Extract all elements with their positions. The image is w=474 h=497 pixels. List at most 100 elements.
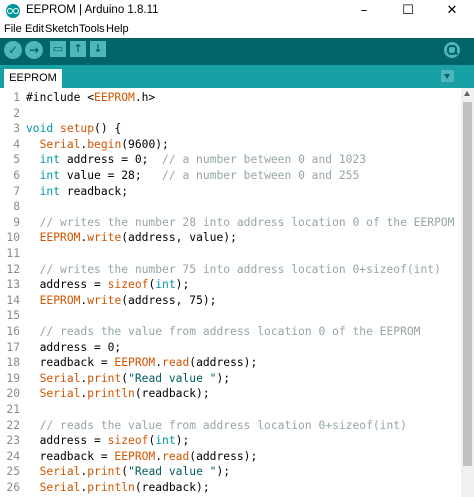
line-number: 11 xyxy=(6,247,20,260)
code-token: read xyxy=(162,449,190,463)
serial-monitor-icon[interactable] xyxy=(444,42,460,58)
code-token: EEPROM xyxy=(94,91,135,104)
line-number: 19 xyxy=(6,371,20,385)
menu-file[interactable]: File xyxy=(4,23,22,35)
line-number: 10 xyxy=(6,231,20,245)
line-number: 14 xyxy=(6,293,20,307)
code-token: address = 0; xyxy=(60,153,163,167)
line-number: 22 xyxy=(6,418,20,432)
code-token: #include < xyxy=(26,91,95,104)
tab-bar: EEPROM xyxy=(0,65,474,88)
save-sketch-button[interactable]: ↓ xyxy=(90,41,106,57)
scrollbar-thumb[interactable] xyxy=(463,102,472,466)
line-number: 17 xyxy=(6,340,20,354)
code-token: int xyxy=(39,184,61,198)
code-token: value = 28; xyxy=(60,169,163,182)
menu-sketch[interactable]: Sketch xyxy=(45,23,79,35)
code-token: sizeof xyxy=(107,434,149,448)
code-token: print xyxy=(87,371,122,385)
code-line: readback = EEPROM.read(address); xyxy=(26,449,258,465)
code-token: EEPROM xyxy=(39,293,81,307)
code-editor[interactable]: 1 2 3 4 5 6 7 8 9 10 11 12 13 14 15 16 17 18 19 20 21 22 23 24 2… xyxy=(0,88,474,497)
line-number: 24 xyxy=(6,449,20,463)
code-token: Serial xyxy=(39,465,81,479)
code-line: address = sizeof(int); xyxy=(26,433,190,449)
code-token: Serial xyxy=(39,481,81,494)
menu-help[interactable]: Help xyxy=(106,23,129,35)
upload-button[interactable]: → xyxy=(25,41,43,59)
code-token: (address); xyxy=(189,356,258,370)
menu-tools[interactable]: Tools xyxy=(79,23,105,35)
code-token: write xyxy=(87,293,122,307)
code-line: void setup() { xyxy=(26,121,121,137)
code-token: println xyxy=(87,387,135,401)
code-line: // writes the number 75 into address loc… xyxy=(26,262,441,278)
line-number: 15 xyxy=(6,309,20,323)
code-token: EEPROM xyxy=(114,449,156,463)
code-line: // reads the value from address location… xyxy=(26,418,407,434)
code-token: address = xyxy=(26,434,108,448)
maximize-button[interactable]: ☐ xyxy=(386,0,430,22)
minimize-button[interactable]: – xyxy=(342,0,386,22)
code-line: int value = 28; // a number between 0 an… xyxy=(26,168,360,184)
line-number: 6 xyxy=(13,169,20,182)
code-token: ); xyxy=(175,278,190,292)
line-number: 13 xyxy=(6,278,20,292)
code-token: (readback); xyxy=(134,387,210,401)
verify-button[interactable]: ✓ xyxy=(4,41,22,59)
code-token: ); xyxy=(216,465,231,479)
code-token: // writes the number 75 into address loc… xyxy=(39,262,441,276)
line-number: 2 xyxy=(13,106,20,120)
code-line: address = 0; xyxy=(26,340,122,356)
code-token: sizeof xyxy=(107,278,149,292)
open-sketch-button[interactable]: ↑ xyxy=(70,41,86,57)
line-number: 26 xyxy=(6,481,20,494)
scroll-up-arrow-icon[interactable] xyxy=(464,91,470,96)
close-button[interactable]: ✕ xyxy=(430,0,474,22)
line-number: 8 xyxy=(13,200,20,214)
code-line: EEPROM.write(address, value); xyxy=(26,230,237,246)
code-token: Serial xyxy=(39,371,81,385)
code-line: Serial.print("Read value "); xyxy=(26,464,230,480)
code-token: readback = xyxy=(26,356,115,370)
line-number: 5 xyxy=(13,153,20,167)
menu-edit[interactable]: Edit xyxy=(25,23,44,35)
code-token: read xyxy=(162,356,190,370)
line-number: 21 xyxy=(6,403,20,416)
code-line: EEPROM.write(address, 75); xyxy=(26,293,217,309)
window-title: EEPROM | Arduino 1.8.11 xyxy=(26,4,159,16)
line-number: 18 xyxy=(6,356,20,370)
new-sketch-button[interactable]: ▭ xyxy=(50,41,66,57)
code-token: // writes the number 28 into address loc… xyxy=(39,215,455,229)
code-token: // reads the value from address location… xyxy=(39,418,407,432)
code-token: begin xyxy=(87,137,122,151)
line-number: 20 xyxy=(6,387,20,401)
code-token: setup xyxy=(60,122,95,136)
code-line: readback = EEPROM.read(address); xyxy=(26,355,258,371)
code-line: int address = 0; // a number between 0 a… xyxy=(26,152,366,168)
code-line: // reads the value from address location… xyxy=(26,324,421,340)
code-line: Serial.println(readback); xyxy=(26,480,210,496)
vertical-scrollbar[interactable] xyxy=(461,88,474,497)
tab-menu-dropdown-icon[interactable] xyxy=(441,70,454,82)
code-area[interactable]: #include <EEPROM.h> void setup() { Serial… xyxy=(26,90,460,497)
code-token: void xyxy=(26,122,54,136)
code-token: int xyxy=(39,169,61,182)
arduino-logo-icon xyxy=(6,4,20,18)
tab-eeprom[interactable]: EEPROM xyxy=(4,69,62,88)
line-number-gutter: 1 2 3 4 5 6 7 8 9 10 11 12 13 14 15 16 17 18 19 20 21 22 23 24 2… xyxy=(0,88,24,497)
code-line: #include <EEPROM.h> xyxy=(26,90,155,106)
code-line: Serial.begin(9600); xyxy=(26,137,169,153)
code-token: int xyxy=(39,153,61,167)
line-number: 12 xyxy=(6,262,20,276)
